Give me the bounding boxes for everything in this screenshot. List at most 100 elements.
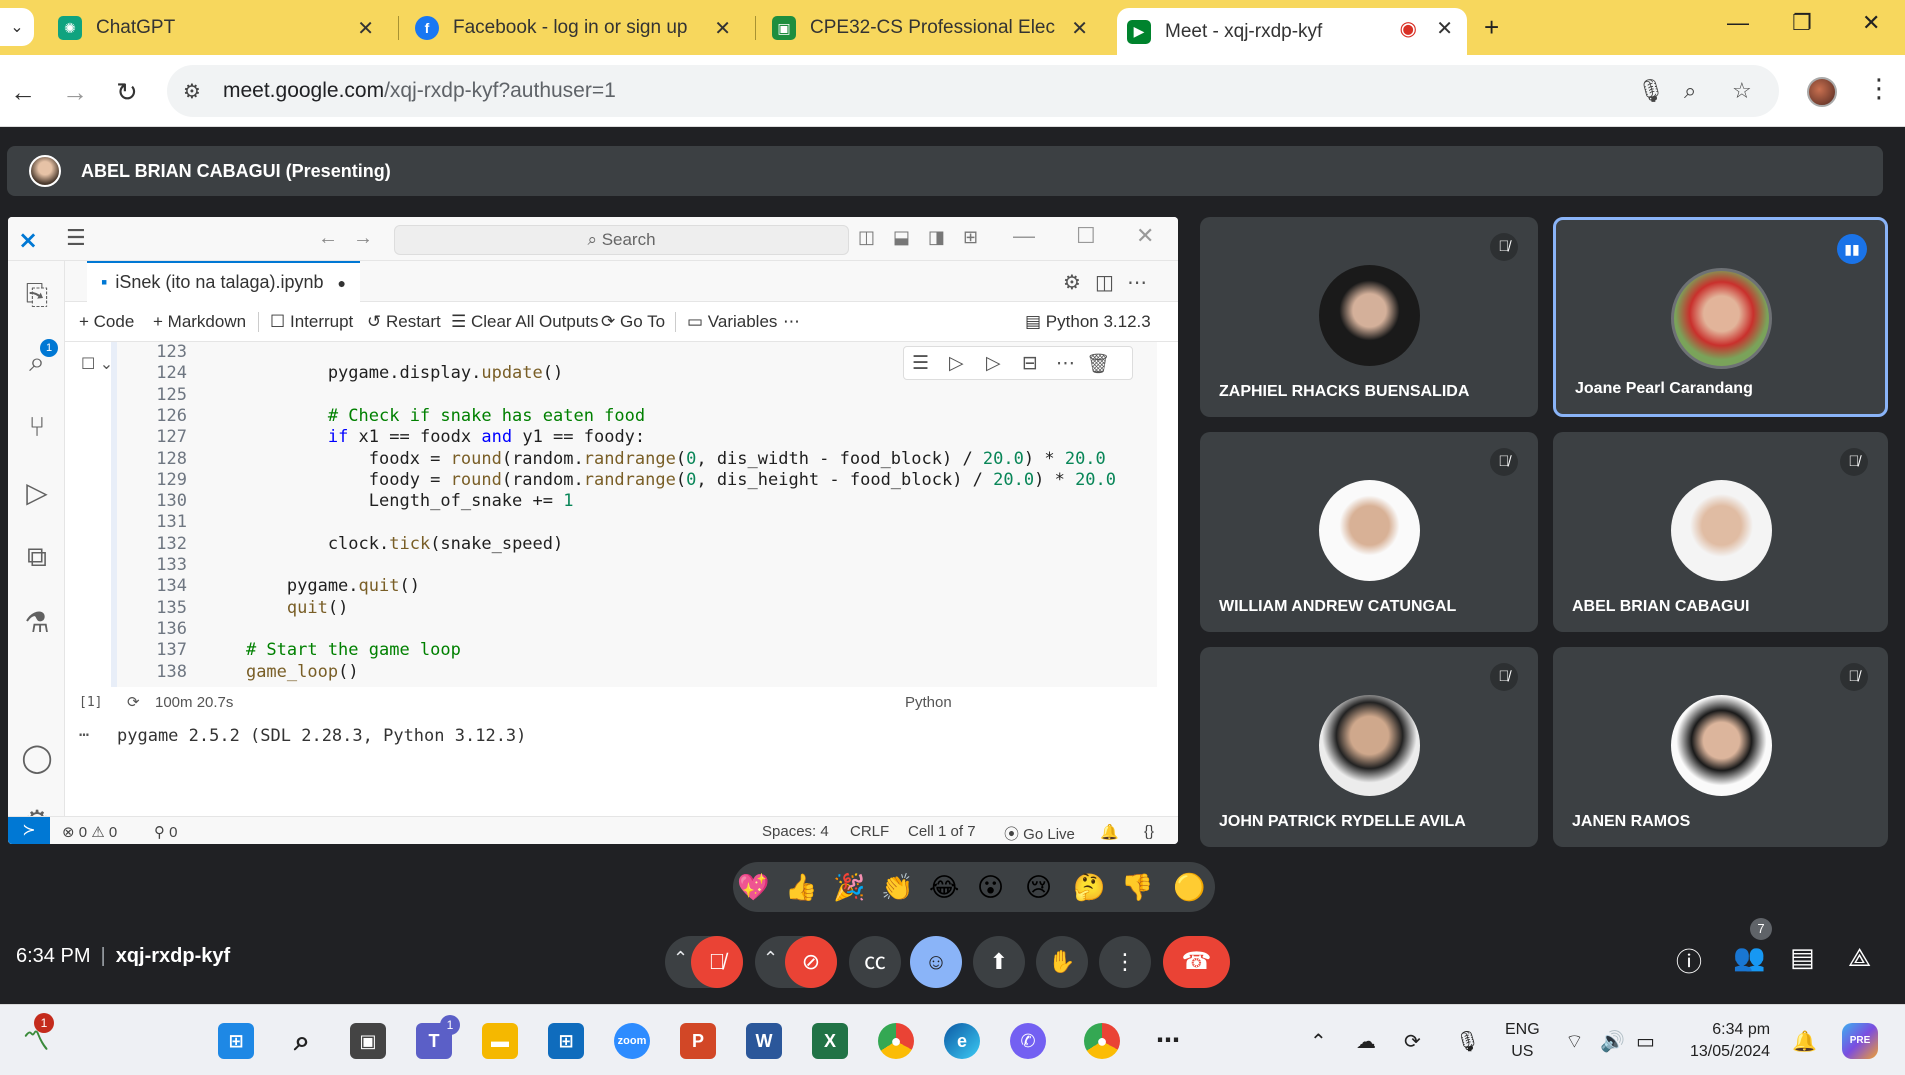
- code-line[interactable]: 137 # Start the game loop: [117, 640, 461, 661]
- add-markdown-cell-button[interactable]: + Markdown: [153, 312, 246, 332]
- restore-icon[interactable]: ❐: [1792, 10, 1812, 36]
- search-icon[interactable]: ⌕: [20, 346, 54, 380]
- volume-icon[interactable]: 🔊: [1600, 1029, 1625, 1054]
- kernel-picker[interactable]: ▤ Python 3.12.3: [1025, 312, 1151, 332]
- minimize-icon[interactable]: —: [1727, 10, 1749, 36]
- back-icon[interactable]: ←: [10, 77, 36, 108]
- code-line[interactable]: 128 foodx = round(random.randrange(0, di…: [117, 449, 1106, 470]
- cell-language[interactable]: Python: [905, 694, 952, 711]
- unsaved-dot-icon[interactable]: ●: [338, 275, 346, 291]
- address-bar[interactable]: ⚙ meet.google.com/xqj-rxdp-kyf?authuser=…: [167, 65, 1779, 117]
- code-line[interactable]: 124 pygame.display.update(): [117, 363, 563, 384]
- execute-below-icon[interactable]: ▷: [986, 352, 1001, 375]
- code-line[interactable]: 131: [117, 512, 205, 533]
- url-text[interactable]: meet.google.com/xqj-rxdp-kyf?authuser=1: [223, 79, 616, 103]
- testing-icon[interactable]: ⚗: [20, 606, 54, 640]
- feedback-icon[interactable]: {}: [1144, 823, 1154, 840]
- sync-icon[interactable]: ⟳: [1404, 1029, 1421, 1054]
- close-window-icon[interactable]: ✕: [1862, 10, 1880, 36]
- reaction-party[interactable]: 🎉: [833, 872, 865, 903]
- reaction-heart[interactable]: 💖: [737, 872, 769, 903]
- excel-icon[interactable]: X: [812, 1023, 848, 1059]
- present-screen-button[interactable]: ⬆: [973, 936, 1025, 988]
- tab-chatgpt[interactable]: ✺ ChatGPT ✕: [48, 8, 388, 48]
- add-code-cell-button[interactable]: + Code: [79, 312, 134, 332]
- reaction-thinking[interactable]: 🤔: [1073, 872, 1105, 903]
- copilot-icon[interactable]: PRE: [1842, 1023, 1878, 1059]
- run-by-line-icon[interactable]: ☰: [912, 352, 929, 375]
- restart-button[interactable]: ↺ Restart: [367, 312, 441, 332]
- participant-tile-speaking[interactable]: ▮▮ Joane Pearl Carandang: [1553, 217, 1888, 417]
- hamburger-menu-icon[interactable]: ☰: [66, 225, 86, 251]
- remote-indicator-icon[interactable]: ≻: [8, 817, 50, 844]
- command-search[interactable]: ⌕ Search: [394, 225, 849, 255]
- start-menu-icon[interactable]: ⊞: [218, 1023, 254, 1059]
- powerpoint-icon[interactable]: P: [680, 1023, 716, 1059]
- meeting-info-icon[interactable]: ⓘ: [1676, 942, 1702, 979]
- code-line[interactable]: 130 Length_of_snake += 1: [117, 491, 573, 512]
- code-cell[interactable]: 123 124 pygame.display.update() 125 126 # C…: [117, 342, 1157, 687]
- vscode-close-icon[interactable]: ✕: [1136, 223, 1154, 249]
- vscode-maximize-icon[interactable]: ☐: [1076, 223, 1096, 249]
- browser-menu-icon[interactable]: ⋮: [1866, 73, 1892, 104]
- code-line[interactable]: 123: [117, 342, 205, 363]
- indentation-status[interactable]: Spaces: 4: [762, 823, 829, 840]
- system-clock[interactable]: 6:34 pm 13/05/2024: [1690, 1019, 1770, 1063]
- toggle-secondary-sidebar-icon[interactable]: ◨: [928, 227, 945, 248]
- code-line[interactable]: 132 clock.tick(snake_speed): [117, 534, 563, 555]
- ports-indicator[interactable]: ⚲ 0: [154, 823, 178, 841]
- settings-icon[interactable]: ⚙: [1063, 270, 1081, 295]
- more-apps-icon[interactable]: ⋯: [1150, 1023, 1186, 1059]
- goto-button[interactable]: ⟳ Go To: [601, 312, 665, 332]
- close-tab-icon[interactable]: ✕: [714, 16, 731, 41]
- notification-center-icon[interactable]: 🔔: [1792, 1029, 1817, 1054]
- participant-tile[interactable]: 🎙̸ JANEN RAMOS: [1553, 647, 1888, 847]
- microphone-tray-icon[interactable]: 🎙: [1455, 1029, 1480, 1054]
- execute-above-icon[interactable]: ▷: [949, 352, 964, 375]
- toggle-sidebar-icon[interactable]: ◫: [858, 227, 875, 248]
- cell-more-icon[interactable]: ⋯: [1056, 352, 1075, 375]
- go-live-button[interactable]: ⦿ Go Live: [1004, 823, 1075, 844]
- battery-icon[interactable]: ▭: [1636, 1029, 1655, 1054]
- code-line[interactable]: 126 # Check if snake has eaten food: [117, 406, 645, 427]
- code-line[interactable]: 125: [117, 385, 205, 406]
- bookmark-star-icon[interactable]: ☆: [1732, 78, 1752, 104]
- nav-forward-icon[interactable]: →: [353, 227, 373, 250]
- raise-hand-button[interactable]: ✋: [1036, 936, 1088, 988]
- close-tab-icon[interactable]: ✕: [357, 16, 374, 41]
- leave-call-button[interactable]: ☎: [1163, 936, 1230, 988]
- notifications-icon[interactable]: 🔔: [1100, 823, 1119, 841]
- clear-outputs-button[interactable]: ☰ Clear All Outputs: [451, 312, 599, 332]
- run-debug-icon[interactable]: ▷: [20, 476, 54, 510]
- new-tab-icon[interactable]: +: [1484, 12, 1499, 43]
- nav-back-icon[interactable]: ←: [318, 227, 338, 250]
- microsoft-store-icon[interactable]: ⊞: [548, 1023, 584, 1059]
- audio-settings-chevron-icon[interactable]: ⌃: [673, 948, 688, 969]
- reaction-surprised[interactable]: 😮: [977, 872, 1004, 903]
- reaction-sad[interactable]: 😢: [1025, 872, 1052, 903]
- more-actions-icon[interactable]: ⋯: [1127, 270, 1147, 295]
- accounts-icon[interactable]: ◯: [20, 741, 54, 775]
- onedrive-icon[interactable]: ☁: [1356, 1029, 1376, 1054]
- customize-layout-icon[interactable]: ⊞: [963, 227, 978, 248]
- close-tab-icon[interactable]: ✕: [1436, 16, 1453, 41]
- explorer-icon[interactable]: ⎘: [20, 279, 54, 313]
- problems-indicator[interactable]: ⊗ 0 ⚠ 0: [62, 823, 117, 841]
- delete-cell-icon[interactable]: 🗑: [1086, 352, 1110, 376]
- search-icon[interactable]: ⌕: [284, 1023, 320, 1059]
- more-options-button[interactable]: ⋮: [1099, 936, 1151, 988]
- reaction-clap[interactable]: 👏: [881, 872, 913, 903]
- camera-off-button[interactable]: ⊘: [785, 936, 837, 988]
- profile-avatar[interactable]: [1807, 77, 1837, 107]
- tab-classroom[interactable]: ▣ CPE32-CS Professional Elective ✕: [762, 8, 1102, 48]
- code-line[interactable]: 138 game_loop(): [117, 662, 358, 683]
- cell-collapse-icon[interactable]: ☐ ⌄: [81, 354, 113, 374]
- close-tab-icon[interactable]: ✕: [1071, 16, 1088, 41]
- skin-tone-selector[interactable]: 🟡: [1173, 872, 1205, 903]
- participant-tile[interactable]: 🎙̸ JOHN PATRICK RYDELLE AVILA: [1200, 647, 1538, 847]
- tab-search-button[interactable]: ⌄: [0, 8, 34, 46]
- code-line[interactable]: 135 quit(): [117, 598, 348, 619]
- split-cell-icon[interactable]: ⊟: [1022, 352, 1038, 375]
- participant-tile[interactable]: 🎙̸ ABEL BRIAN CABAGUI: [1553, 432, 1888, 632]
- interrupt-button[interactable]: ☐ Interrupt: [270, 312, 353, 332]
